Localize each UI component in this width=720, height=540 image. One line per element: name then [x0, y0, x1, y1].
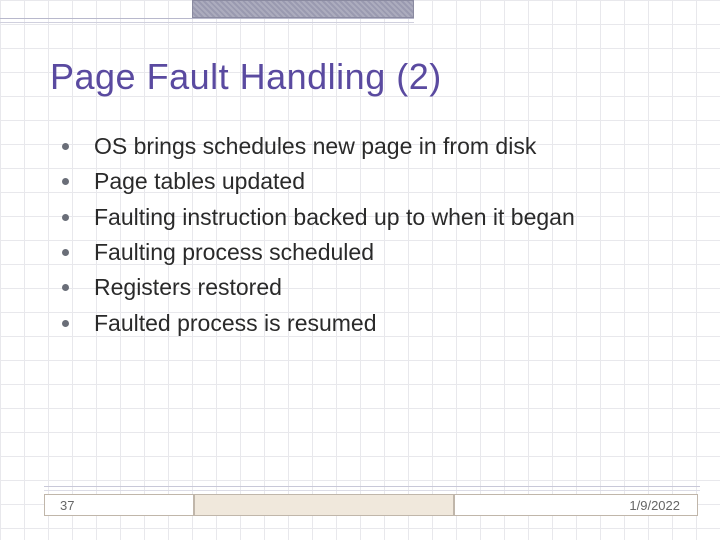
page-number: 37: [60, 498, 74, 513]
footer-date: 1/9/2022: [629, 498, 680, 513]
content-area: OS brings schedules new page in from dis…: [48, 130, 680, 342]
footer-rule-1: [44, 486, 700, 487]
list-item: Faulting process scheduled: [48, 236, 680, 269]
header-accent-bar: [192, 0, 414, 18]
list-item: Faulted process is resumed: [48, 307, 680, 340]
header-decoration: [0, 0, 720, 32]
footer-rule-2: [44, 490, 700, 491]
list-item: Faulting instruction backed up to when i…: [48, 201, 680, 234]
footer-slot-mid: [194, 494, 454, 516]
slide-title: Page Fault Handling (2): [50, 56, 442, 98]
list-item: Registers restored: [48, 271, 680, 304]
header-rule-1: [0, 18, 414, 19]
header-rule-2: [0, 22, 414, 23]
bullet-list: OS brings schedules new page in from dis…: [48, 130, 680, 340]
footer: 37 1/9/2022: [0, 492, 720, 526]
list-item: OS brings schedules new page in from dis…: [48, 130, 680, 163]
list-item: Page tables updated: [48, 165, 680, 198]
